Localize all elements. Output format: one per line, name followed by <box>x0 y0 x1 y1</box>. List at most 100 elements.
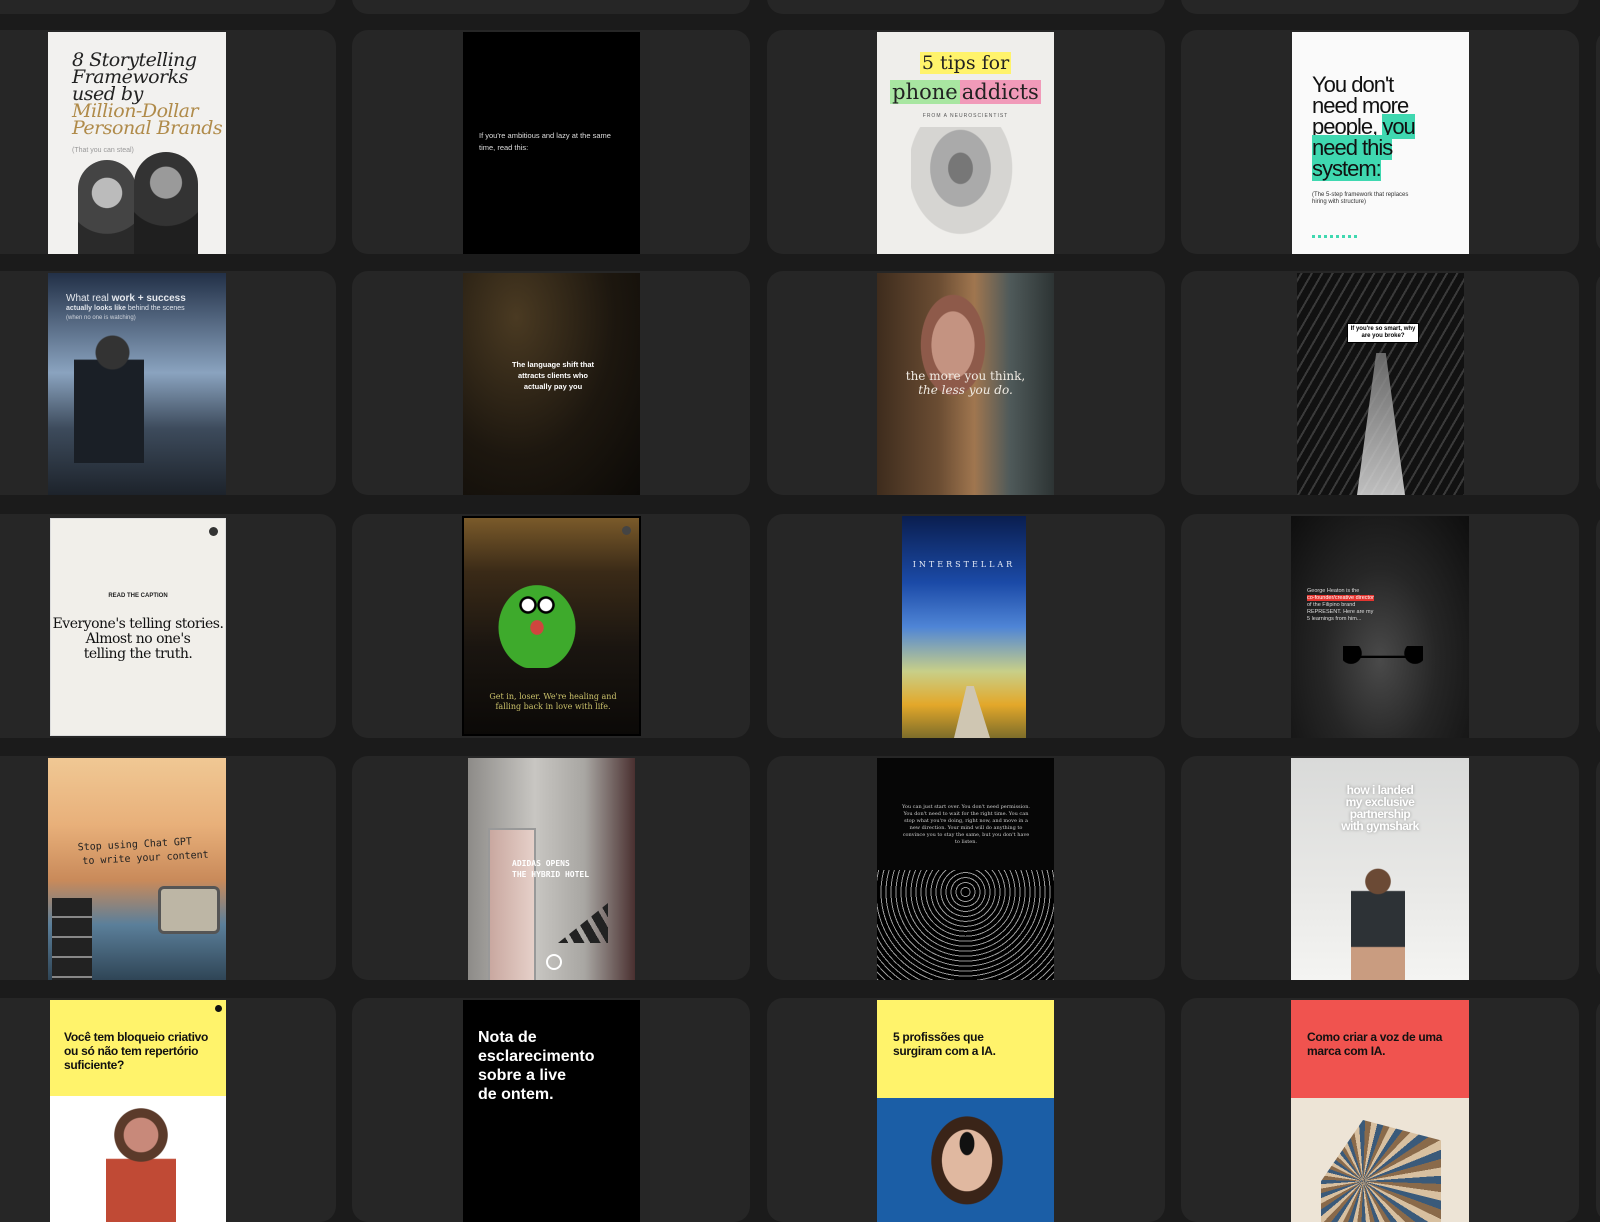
title-line: with gymshark <box>1341 819 1419 833</box>
title-line: esclarecimento <box>478 1048 595 1065</box>
card-r3-c3[interactable]: INTERSTELLAR <box>767 514 1165 738</box>
post-text: If you're so smart, why are you broke? <box>1347 323 1419 343</box>
post-text: Você tem bloqueio criativo ou só não tem… <box>64 1030 209 1072</box>
post-thumbnail[interactable]: Você tem bloqueio criativo ou só não tem… <box>50 1000 226 1222</box>
card-partial-top-4[interactable] <box>1181 0 1579 14</box>
card-r4-c2[interactable]: ADIDAS OPENS THE HYBRID HOTEL <box>352 756 750 980</box>
card-partial-right-1[interactable] <box>1596 30 1600 254</box>
card-r1-c2[interactable]: If you're ambitious and lazy at the same… <box>352 30 750 254</box>
film-strip <box>52 898 92 980</box>
post-text: The language shift that attracts clients… <box>511 360 595 391</box>
card-r2-c2[interactable]: The language shift that attracts clients… <box>352 271 750 495</box>
post-thumbnail[interactable]: The language shift that attracts clients… <box>463 273 640 495</box>
title-bold: work + success <box>111 293 186 304</box>
card-r1-c1[interactable]: 8 Storytelling Frameworks used by Millio… <box>0 30 336 254</box>
post-thumbnail[interactable]: You can just start over. You don't need … <box>877 758 1054 980</box>
card-partial-right-3[interactable] <box>1596 514 1600 738</box>
person-photo <box>917 1110 1017 1222</box>
card-partial-top-2[interactable] <box>352 0 750 14</box>
adidas-logo <box>558 903 608 943</box>
post-thumbnail[interactable]: George Heaton is the co-founder/creative… <box>1291 516 1469 738</box>
post-text: Como criar a voz de uma marca com IA. <box>1307 1030 1443 1058</box>
post-text: REPRESENT. Here are my <box>1307 609 1374 615</box>
card-r5-c4[interactable]: Como criar a voz de uma marca com IA. <box>1181 998 1579 1222</box>
kermit-illustration <box>492 578 582 668</box>
post-thumbnail[interactable]: What real work + success actually looks … <box>48 273 226 495</box>
post-text: If you're ambitious and lazy at the same… <box>479 131 611 152</box>
post-thumbnail[interactable]: 5 profissões que surgiram com a IA. <box>877 1000 1054 1222</box>
post-thumbnail[interactable]: You don't need more people, you need thi… <box>1292 32 1469 254</box>
post-thumbnail[interactable]: Stop using Chat GPT to write your conten… <box>48 758 226 980</box>
options-dot-icon <box>622 526 631 535</box>
title-text: behind the scenes <box>125 305 185 312</box>
post-text: of the Filipino brand <box>1307 602 1356 608</box>
post-thumbnail[interactable]: Nota de esclarecimento sobre a live de o… <box>463 1000 640 1222</box>
card-r1-c4[interactable]: You don't need more people, you need thi… <box>1181 30 1579 254</box>
card-r2-c1[interactable]: What real work + success actually looks … <box>0 271 336 495</box>
title-line: the more you think, <box>905 369 1026 383</box>
post-thumbnail[interactable]: If you're ambitious and lazy at the same… <box>463 32 640 254</box>
card-r5-c1[interactable]: Você tem bloqueio criativo ou só não tem… <box>0 998 336 1222</box>
post-thumbnail[interactable]: the more you think, the less you do. <box>877 273 1054 495</box>
card-r3-c4[interactable]: George Heaton is the co-founder/creative… <box>1181 514 1579 738</box>
options-dot-icon <box>209 527 218 536</box>
card-r3-c2[interactable]: Get in, loser. We're healing and falling… <box>352 514 750 738</box>
post-highlight: co-founder/creative director <box>1307 595 1374 601</box>
card-r4-c3[interactable]: You can just start over. You don't need … <box>767 756 1165 980</box>
card-partial-right-2[interactable] <box>1596 271 1600 495</box>
card-r2-c4[interactable]: If you're so smart, why are you broke? <box>1181 271 1579 495</box>
title-line: You don't <box>1312 72 1394 97</box>
post-thumbnail[interactable]: 5 tips for phone addicts FROM A NEUROSCIE… <box>877 32 1054 254</box>
sketch-illustration <box>911 127 1021 245</box>
title-line: the less you do. <box>918 383 1013 397</box>
title-bold: actually looks like <box>66 305 126 312</box>
post-text: 5 learnings from him... <box>1307 616 1362 622</box>
post-text: 5 profissões que surgiram com a IA. <box>893 1030 996 1058</box>
title-line: Nota de <box>478 1029 537 1046</box>
carousel-dots <box>1312 235 1358 238</box>
subtitle: (That you can steal) <box>72 147 134 154</box>
card-r5-c3[interactable]: 5 profissões que surgiram com a IA. <box>767 998 1165 1222</box>
path-illustration <box>954 686 990 738</box>
card-r3-c1[interactable]: READ THE CAPTION Everyone's telling stor… <box>0 514 336 738</box>
card-r5-c2[interactable]: Nota de esclarecimento sobre a live de o… <box>352 998 750 1222</box>
person-photo <box>78 160 136 254</box>
fan-illustration <box>1321 1120 1441 1222</box>
card-partial-top-3[interactable] <box>767 0 1165 14</box>
circle-icon <box>546 954 562 970</box>
post-thumbnail[interactable]: Get in, loser. We're healing and falling… <box>462 516 641 736</box>
card-partial-right-4[interactable] <box>1596 756 1600 980</box>
title-text: What real <box>66 293 112 304</box>
post-thumbnail[interactable]: READ THE CAPTION Everyone's telling stor… <box>50 518 226 736</box>
person-photo <box>1351 868 1405 980</box>
title-line: de ontem. <box>478 1086 554 1103</box>
post-thumbnail[interactable]: ADIDAS OPENS THE HYBRID HOTEL <box>468 758 635 980</box>
table-scene <box>1343 646 1423 670</box>
subtitle: (when no one is watching) <box>66 315 136 321</box>
options-dot-icon <box>215 1005 222 1012</box>
card-r4-c1[interactable]: Stop using Chat GPT to write your conten… <box>0 756 336 980</box>
card-r4-c4[interactable]: how i landed my exclusive partnership wi… <box>1181 756 1579 980</box>
person-photo <box>74 333 144 463</box>
post-text: Get in, loser. We're healing and falling… <box>489 692 617 711</box>
post-thumbnail[interactable]: how i landed my exclusive partnership wi… <box>1291 758 1469 980</box>
card-partial-right-5[interactable] <box>1596 998 1600 1222</box>
subtitle: (The 5-step framework that replaces hiri… <box>1312 192 1409 205</box>
post-thumbnail[interactable]: Como criar a voz de uma marca com IA. <box>1291 1000 1469 1222</box>
title-line: telling the truth. <box>83 646 193 662</box>
title-line: THE HYBRID HOTEL <box>512 870 590 879</box>
title-word: addicts <box>959 80 1041 104</box>
card-r1-c3[interactable]: 5 tips for phone addicts FROM A NEUROSCIE… <box>767 30 1165 254</box>
title-highlight: system: <box>1312 156 1382 181</box>
post-thumbnail[interactable]: INTERSTELLAR <box>902 516 1026 738</box>
wave-illustration <box>877 870 1054 980</box>
post-thumbnail[interactable]: If you're so smart, why are you broke? <box>1297 273 1464 495</box>
post-thumbnail[interactable]: 8 Storytelling Frameworks used by Millio… <box>48 32 226 254</box>
title-word: phone <box>890 80 960 104</box>
kicker: READ THE CAPTION <box>108 593 168 599</box>
post-text: You can just start over. You don't need … <box>901 804 1031 845</box>
subtitle: FROM A NEUROSCIENTIST <box>922 113 1009 119</box>
card-partial-top-1[interactable] <box>0 0 336 14</box>
card-r2-c3[interactable]: the more you think, the less you do. <box>767 271 1165 495</box>
title-line: 5 tips for <box>919 52 1012 74</box>
